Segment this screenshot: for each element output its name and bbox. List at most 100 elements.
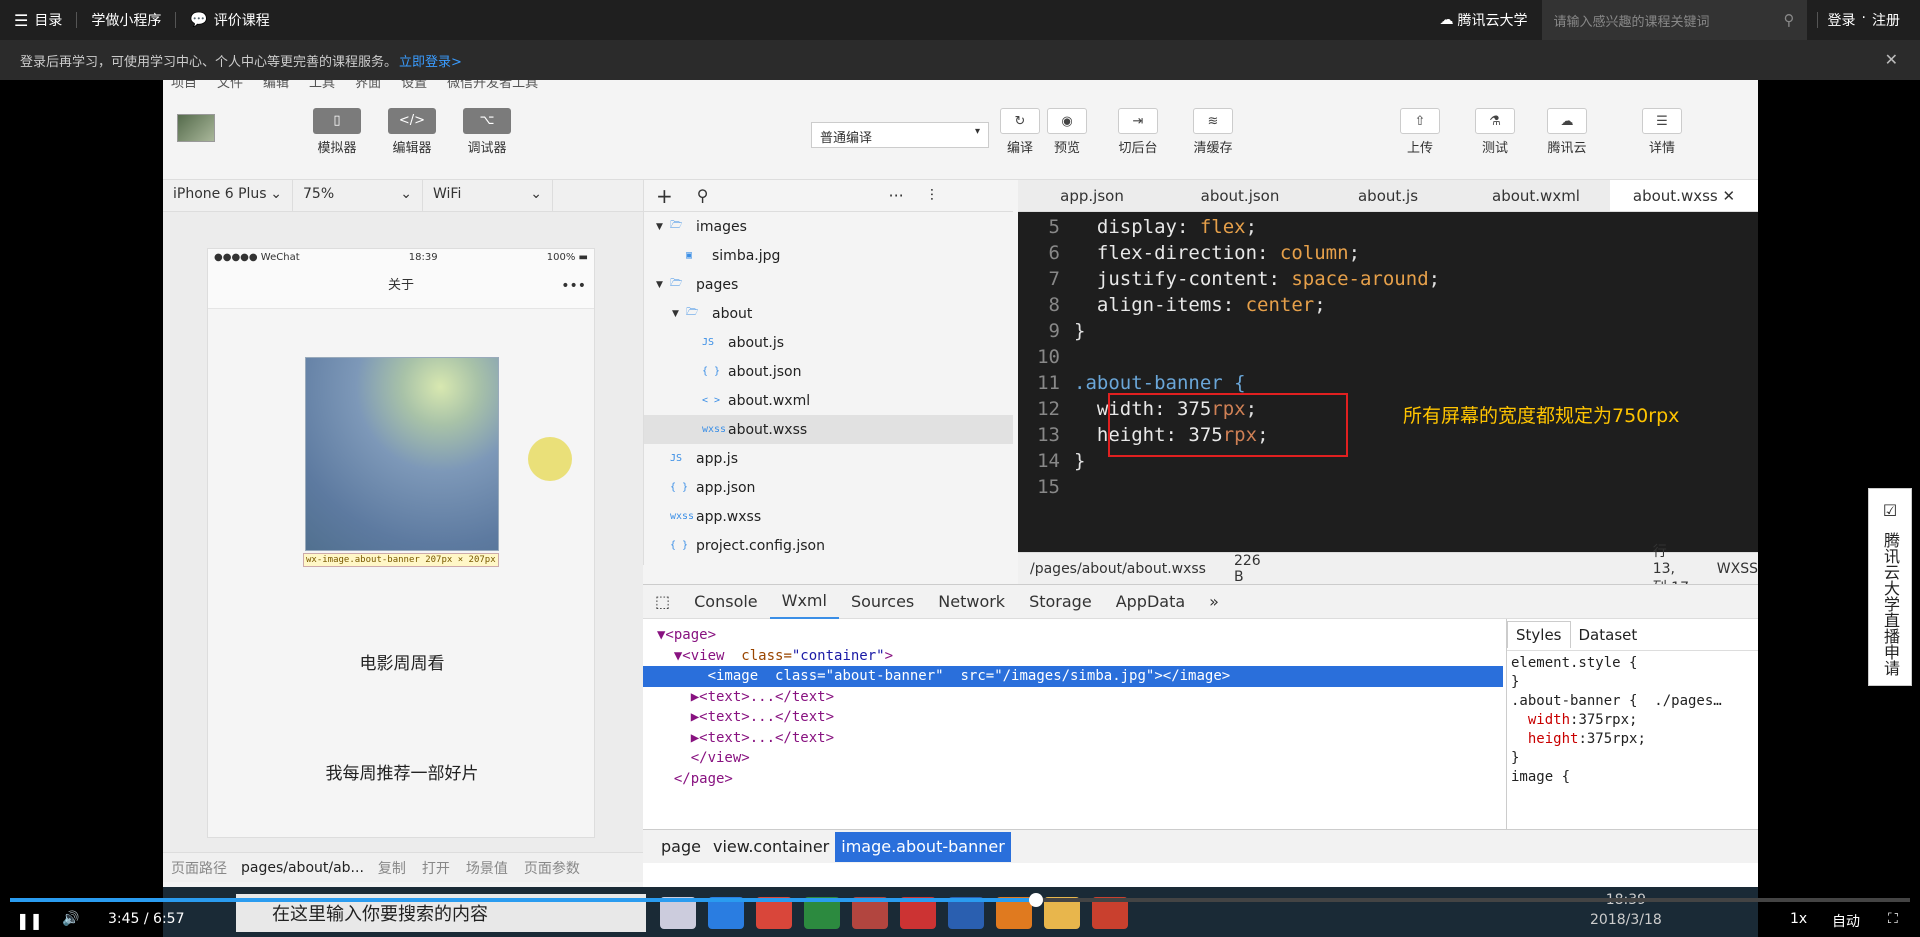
video-progress[interactable]: [10, 893, 1910, 907]
brand-link[interactable]: ☁ 腾讯云大学: [1426, 0, 1542, 40]
wxml-node[interactable]: </view>: [643, 748, 1503, 769]
login-now-link[interactable]: 立即登录>: [399, 51, 462, 70]
scene-value[interactable]: 场景值: [458, 858, 516, 878]
breadcrumb-item[interactable]: image.about-banner: [835, 831, 1011, 862]
wxml-node[interactable]: ▶<text>...</text>: [643, 687, 1503, 708]
annotation-text: 所有屏幕的宽度都规定为750rpx: [1403, 405, 1680, 427]
add-icon[interactable]: +: [656, 184, 673, 208]
collapse-icon[interactable]: ⫶: [930, 186, 934, 206]
menu-item[interactable]: 设置: [401, 80, 427, 94]
close-icon[interactable]: ✕: [1885, 50, 1898, 69]
clear-cache-button[interactable]: ≋ 清缓存: [1193, 108, 1233, 156]
editor-tab[interactable]: about.js: [1314, 180, 1462, 211]
editor-tab[interactable]: about.wxml: [1462, 180, 1610, 211]
speed-button[interactable]: 1x: [1790, 911, 1807, 927]
file-tree-item[interactable]: { } project.config.json: [644, 531, 1013, 560]
menu-item[interactable]: 工具: [309, 80, 335, 94]
register-link[interactable]: 注册: [1872, 10, 1900, 30]
inspect-icon[interactable]: ⬚: [643, 592, 682, 611]
video-frame[interactable]: 项目 文件 编辑 工具 界面 设置 微信开发者工具 ▯ 模拟器 </> 编辑器 ⌥ 调试器 普通编…: [163, 80, 1758, 887]
pause-icon[interactable]: ❚❚: [16, 911, 43, 930]
preview-button[interactable]: ◉ 预览: [1047, 108, 1087, 156]
debugger-button[interactable]: ⌥ 调试器: [463, 108, 511, 156]
styles-tab[interactable]: Dataset: [1571, 622, 1646, 648]
copy-link[interactable]: 复制: [370, 858, 414, 878]
zoom-select[interactable]: 75% ⌄: [293, 180, 423, 211]
editor-tab[interactable]: about.wxss ✕: [1610, 180, 1758, 211]
menu-item[interactable]: 界面: [355, 80, 381, 94]
breadcrumb-item[interactable]: page: [655, 832, 707, 862]
login-link[interactable]: 登录: [1828, 10, 1856, 30]
avatar[interactable]: [177, 114, 215, 142]
more-icon[interactable]: •••: [561, 271, 586, 301]
more-icon[interactable]: ···: [888, 186, 903, 205]
network-select[interactable]: WiFi ⌄: [423, 180, 553, 211]
expand-icon[interactable]: ▼: [672, 309, 686, 319]
course-title[interactable]: 学做小程序: [77, 0, 175, 40]
search-icon[interactable]: ⚲: [697, 186, 709, 205]
search-input[interactable]: 请输入感兴趣的课程关键词: [1554, 11, 1710, 30]
wxml-node[interactable]: ▼<view class= "container" >: [643, 646, 1503, 667]
background-button[interactable]: ⇥ 切后台: [1118, 108, 1158, 156]
breadcrumb-item[interactable]: view.container: [707, 832, 835, 862]
devtools-tab[interactable]: Wxml: [769, 585, 839, 619]
compile-mode-select[interactable]: 普通编译 ▾: [811, 122, 989, 148]
expand-icon[interactable]: ▼: [656, 280, 670, 290]
upload-button[interactable]: ⇧ 上传: [1400, 108, 1440, 156]
review-course-button[interactable]: 💬 评价课程: [176, 0, 283, 40]
page-params[interactable]: 页面参数: [516, 858, 588, 878]
file-tree-item[interactable]: JS app.js: [644, 444, 1013, 473]
wxml-node[interactable]: </page>: [643, 769, 1503, 790]
device-select[interactable]: iPhone 6 Plus ⌄: [163, 180, 293, 211]
more-tabs-icon[interactable]: »: [1197, 592, 1231, 611]
quality-button[interactable]: 自动: [1832, 911, 1860, 931]
fullscreen-icon[interactable]: ⛶: [1888, 911, 1898, 927]
file-tree-item[interactable]: wxss about.wxss: [644, 415, 1013, 444]
test-button[interactable]: ⚗ 测试: [1475, 108, 1515, 156]
code-editor[interactable]: app.json about.json about.js about.wxml abou…: [1018, 180, 1758, 565]
menu-item[interactable]: 文件: [217, 80, 243, 94]
editor-tab[interactable]: app.json: [1018, 180, 1166, 211]
file-tree-item[interactable]: ▼ 🗁 about: [644, 299, 1013, 328]
phone-screen[interactable]: ●●●●● WeChat 18:39 100% ▬ 关于 ••• wx-imag…: [207, 248, 595, 838]
file-tree-item[interactable]: JS about.js: [644, 328, 1013, 357]
file-tree-item[interactable]: < > about.wxml: [644, 386, 1013, 415]
menu-item[interactable]: 微信开发者工具: [447, 80, 538, 94]
editor-tab[interactable]: about.json: [1166, 180, 1314, 211]
editor-button[interactable]: </> 编辑器: [388, 108, 436, 156]
wxml-node[interactable]: ▶<text>...</text>: [643, 728, 1503, 749]
volume-icon[interactable]: 🔊: [62, 911, 79, 927]
wxml-tree[interactable]: ▼<page> ▼<view class= "container" > <image…: [643, 619, 1503, 829]
file-tree-item[interactable]: { } about.json: [644, 357, 1013, 386]
devtools-tab[interactable]: Console: [682, 592, 770, 611]
devtools-tab[interactable]: Network: [926, 592, 1017, 611]
style-rules[interactable]: element.style {} .about-banner { ./pages……: [1507, 651, 1758, 792]
styles-tab[interactable]: Styles: [1507, 621, 1571, 648]
wxml-node[interactable]: ▶<text>...</text>: [643, 707, 1503, 728]
file-tree-item[interactable]: ▼ 🗁 pages: [644, 270, 1013, 299]
code-text: align-items: center;: [1096, 294, 1326, 316]
file-tree-item[interactable]: ▣ simba.jpg: [644, 241, 1013, 270]
wxml-node[interactable]: ▼<page>: [643, 625, 1503, 646]
catalog-button[interactable]: ☰ 目录: [0, 0, 76, 40]
devtools-tab[interactable]: Storage: [1017, 592, 1104, 611]
search-icon[interactable]: ⚲: [1784, 11, 1795, 29]
open-link[interactable]: 打开: [414, 858, 458, 878]
menu-item[interactable]: 项目: [171, 80, 197, 94]
detail-button[interactable]: ☰ 详情: [1642, 108, 1682, 156]
about-banner-image[interactable]: [305, 357, 499, 551]
compile-button[interactable]: ↻ 编译: [1000, 108, 1040, 156]
menu-item[interactable]: 编辑: [263, 80, 289, 94]
devtools-tab[interactable]: Sources: [839, 592, 926, 611]
devtools-tab[interactable]: AppData: [1104, 592, 1197, 611]
live-apply-widget[interactable]: ☑ 腾讯云大学直播申请: [1868, 488, 1912, 686]
file-tree-item[interactable]: ▼ 🗁 images: [644, 212, 1013, 241]
page-path: pages/about/ab...: [241, 859, 364, 876]
expand-icon[interactable]: ▼: [656, 222, 670, 232]
file-tree-item[interactable]: { } app.json: [644, 473, 1013, 502]
cloud-button[interactable]: ☁ 腾讯云: [1547, 108, 1587, 156]
file-tree-item[interactable]: wxss app.wxss: [644, 502, 1013, 531]
wxml-node[interactable]: <image class= "about-banner" src= "/images…: [643, 666, 1503, 687]
simulator-button[interactable]: ▯ 模拟器: [313, 108, 361, 156]
course-search[interactable]: 请输入感兴趣的课程关键词 ⚲: [1541, 0, 1807, 40]
